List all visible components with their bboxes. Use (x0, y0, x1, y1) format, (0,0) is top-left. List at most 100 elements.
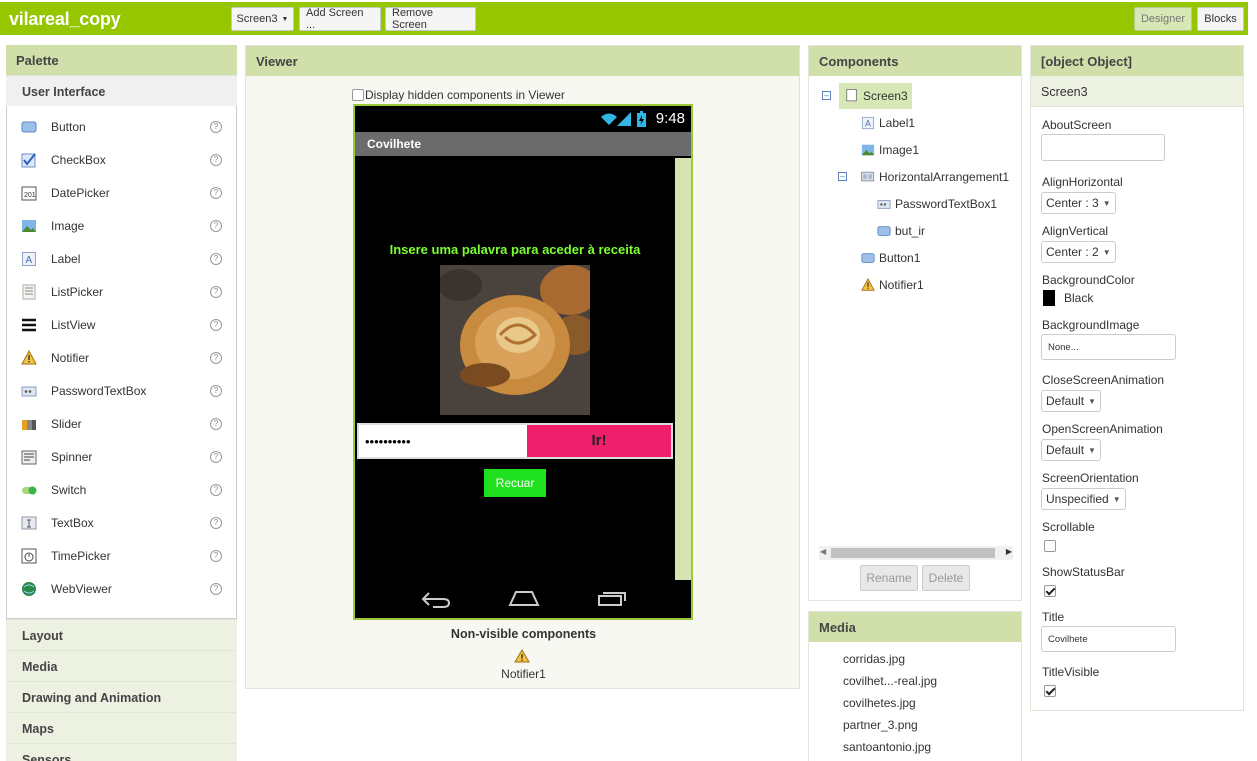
help-icon[interactable]: ? (210, 219, 222, 232)
media-file[interactable]: covilhetes.jpg (843, 696, 916, 710)
palette-item-passwordtextbox[interactable]: PasswordTextBox? (7, 374, 236, 407)
remove-screen-button[interactable]: Remove Screen (385, 7, 476, 31)
go-button[interactable]: Ir! (527, 425, 671, 457)
tree-item-button1[interactable]: Button1 (861, 248, 920, 268)
tree-item-notifier1[interactable]: Notifier1 (861, 275, 924, 295)
screen-select-dropdown[interactable]: Screen3 ▼ (231, 7, 294, 31)
close-screen-animation-select[interactable]: Default ▼ (1041, 390, 1101, 412)
scrollable-checkbox[interactable] (1044, 540, 1056, 552)
palette-item-notifier[interactable]: Notifier? (7, 341, 236, 374)
palette-item-label: Label (51, 251, 81, 266)
rename-button[interactable]: Rename (860, 565, 918, 591)
collapse-toggle-icon[interactable]: – (822, 91, 831, 100)
media-file[interactable]: covilhet...-real.jpg (843, 674, 937, 688)
palette-item-spinner[interactable]: Spinner? (7, 440, 236, 473)
open-screen-animation-select[interactable]: Default ▼ (1041, 439, 1101, 461)
open-screen-animation-label: OpenScreenAnimation (1042, 422, 1163, 436)
title-visible-checkbox[interactable] (1044, 685, 1056, 697)
category-drawing-and-animation[interactable]: Drawing and Animation (6, 681, 237, 712)
category-media[interactable]: Media (6, 650, 237, 681)
tree-item-image1[interactable]: Image1 (861, 140, 919, 160)
help-icon[interactable]: ? (210, 483, 222, 496)
display-hidden-checkbox[interactable] (352, 89, 364, 101)
back-button[interactable]: Recuar (484, 469, 546, 497)
palette-item-button[interactable]: Button? (7, 110, 236, 143)
image-icon (21, 218, 37, 234)
button-icon (861, 251, 875, 265)
tree-item-passwordtextbox1[interactable]: PasswordTextBox1 (877, 194, 997, 214)
palette-item-datepicker[interactable]: 201 DatePicker? (7, 176, 236, 209)
scrollbar-thumb[interactable] (831, 548, 995, 558)
align-horizontal-value: Center : 3 (1046, 196, 1099, 210)
chevron-down-icon: ▼ (1102, 198, 1111, 208)
palette-item-image[interactable]: Image? (7, 209, 236, 242)
help-icon[interactable]: ? (210, 384, 222, 397)
phone-preview: 9:48 Covilhete Insere uma palavra para a… (353, 104, 693, 620)
show-status-bar-checkbox[interactable] (1044, 585, 1056, 597)
palette-item-label[interactable]: A Label? (7, 242, 236, 275)
category-sensors[interactable]: Sensors (6, 743, 237, 761)
media-file[interactable]: santoantonio.jpg (843, 740, 931, 754)
palette-item-timepicker[interactable]: TimePicker? (7, 539, 236, 572)
help-icon[interactable]: ? (210, 120, 222, 133)
add-screen-button[interactable]: Add Screen ... (299, 7, 381, 31)
category-layout[interactable]: Layout (6, 619, 237, 650)
background-image-picker[interactable]: None... (1041, 334, 1176, 360)
button-icon (877, 224, 891, 238)
help-icon[interactable]: ? (210, 549, 222, 562)
help-icon[interactable]: ? (210, 318, 222, 331)
tree-item-screen3[interactable]: Screen3 (839, 83, 912, 109)
scroll-left-icon[interactable]: ◀ (820, 547, 826, 556)
spinner-icon (21, 449, 37, 465)
help-icon[interactable]: ? (210, 516, 222, 529)
palette-item-listpicker[interactable]: ListPicker? (7, 275, 236, 308)
components-horizontal-scrollbar[interactable]: ◀ ▶ (819, 546, 1013, 560)
help-icon[interactable]: ? (210, 285, 222, 298)
palette-item-slider[interactable]: Slider? (7, 407, 236, 440)
help-icon[interactable]: ? (210, 582, 222, 595)
category-user-interface[interactable]: User Interface (6, 75, 237, 106)
nonvisible-notifier-label[interactable]: Notifier1 (246, 667, 801, 681)
screen-orientation-select[interactable]: Unspecified ▼ (1041, 488, 1126, 510)
properties-title: [object Object] (1031, 46, 1243, 76)
passwordtextbox-icon (877, 197, 891, 211)
help-icon[interactable]: ? (210, 186, 222, 199)
designer-button[interactable]: Designer (1134, 7, 1192, 31)
notifier-icon[interactable] (514, 649, 530, 663)
background-color-picker[interactable]: Black (1043, 290, 1093, 306)
help-icon[interactable]: ? (210, 450, 222, 463)
help-icon[interactable]: ? (210, 153, 222, 166)
about-screen-textarea[interactable] (1041, 134, 1165, 161)
palette-item-webviewer[interactable]: WebViewer? (7, 572, 236, 605)
palette-item-checkbox[interactable]: CheckBox? (7, 143, 236, 176)
prompt-label[interactable]: Insere uma palavra para aceder à receita (355, 242, 675, 257)
delete-button[interactable]: Delete (922, 565, 970, 591)
pastry-image[interactable] (440, 265, 590, 415)
notifier-icon (861, 277, 875, 292)
blocks-button[interactable]: Blocks (1197, 7, 1244, 31)
label-icon: A (861, 116, 875, 130)
palette-item-label: Notifier (51, 350, 90, 365)
title-input[interactable]: Covilhete (1041, 626, 1176, 652)
collapse-toggle-icon[interactable]: – (838, 172, 847, 181)
close-screen-animation-label: CloseScreenAnimation (1042, 373, 1165, 387)
palette-item-switch[interactable]: Switch? (7, 473, 236, 506)
palette-title: Palette (6, 45, 237, 75)
help-icon[interactable]: ? (210, 351, 222, 364)
help-icon[interactable]: ? (210, 252, 222, 265)
tree-item-horizontalarrangement1[interactable]: HorizontalArrangement1 (861, 167, 1009, 187)
palette-item-listview[interactable]: ListView? (7, 308, 236, 341)
palette-item-label: TextBox (51, 515, 94, 530)
align-vertical-select[interactable]: Center : 2 ▼ (1041, 241, 1116, 263)
align-horizontal-select[interactable]: Center : 3 ▼ (1041, 192, 1116, 214)
tree-item-label1[interactable]: A Label1 (861, 113, 915, 133)
media-file[interactable]: corridas.jpg (843, 652, 905, 666)
palette-item-textbox[interactable]: TextBox? (7, 506, 236, 539)
password-input[interactable]: •••••••••• (359, 425, 527, 457)
help-icon[interactable]: ? (210, 417, 222, 430)
media-file[interactable]: partner_3.png (843, 718, 918, 732)
tree-item-but_ir[interactable]: but_ir (877, 221, 925, 241)
scroll-right-icon[interactable]: ▶ (1006, 547, 1012, 556)
category-maps[interactable]: Maps (6, 712, 237, 743)
chevron-down-icon: ▼ (1088, 445, 1096, 455)
